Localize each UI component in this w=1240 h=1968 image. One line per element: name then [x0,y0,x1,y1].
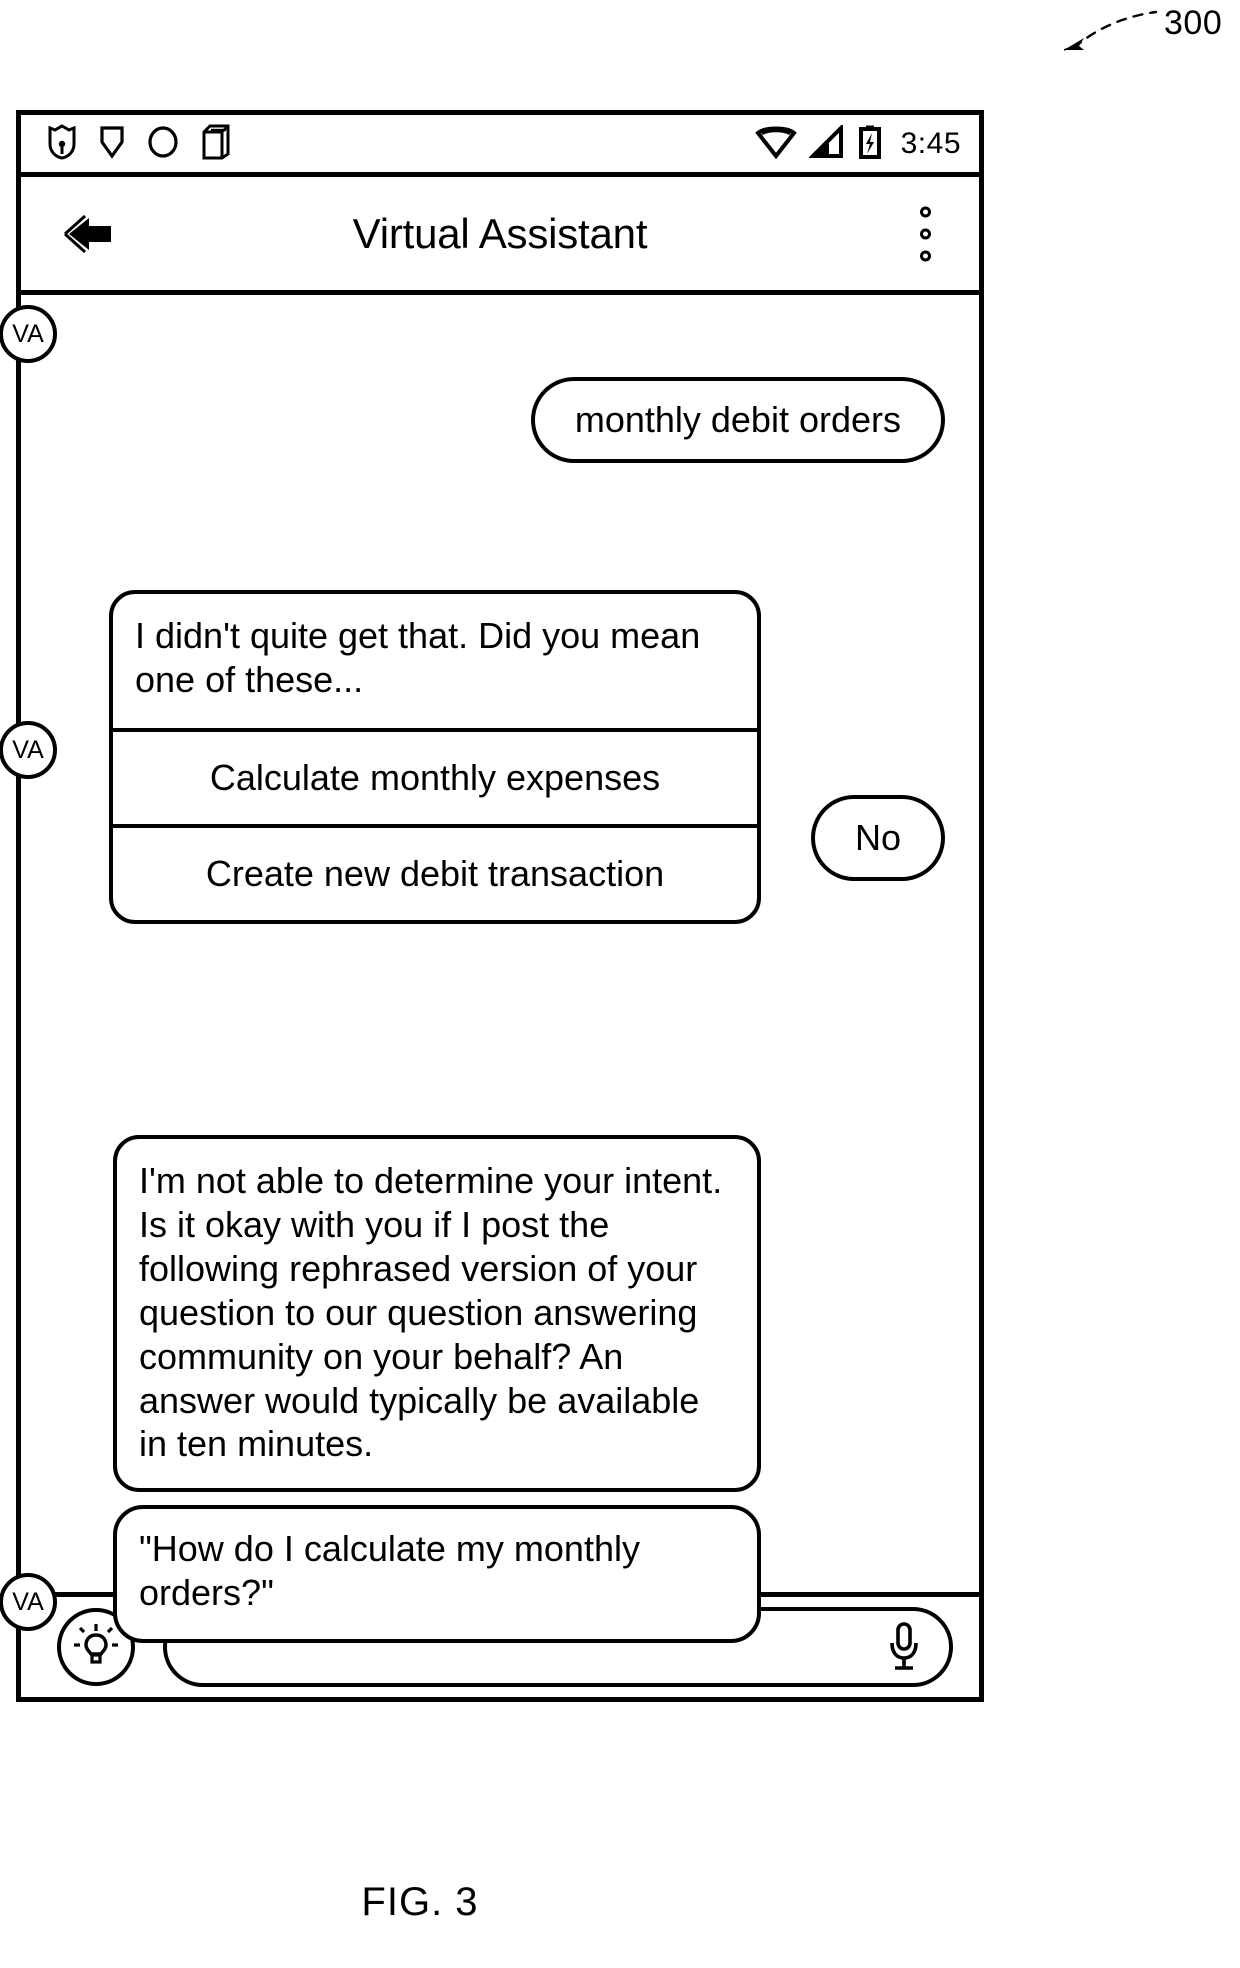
overflow-dot [920,206,931,217]
signal-bars-icon [807,122,845,163]
avatar: VA [0,305,57,363]
list-item[interactable]: "How do I calculate my monthly orders?" [113,1505,761,1643]
figure-caption: FIG. 3 [361,1880,479,1924]
status-bar: 3:45 [21,115,979,177]
circle-icon [147,125,179,163]
overflow-dot [920,228,931,239]
list-item[interactable]: I'm not able to determine your intent. I… [113,1135,761,1493]
sim-card-icon [201,124,231,164]
reference-numeral-label: 300 [1164,4,1223,42]
message-text: monthly debit orders [574,399,901,440]
status-bar-clock: 3:45 [900,126,961,160]
microphone-icon[interactable] [885,1621,923,1673]
phone-frame: 3:45 Virtual Assistant VA monthly debit … [0,110,984,1702]
message-text: "How do I calculate my monthly orders?" [139,1528,640,1613]
card-header-text: I didn't quite get that. Did you mean on… [135,615,701,700]
wifi-icon [754,125,797,163]
message-text: I'm not able to determine your intent. I… [139,1160,723,1465]
overflow-dot [920,250,931,261]
app-bar: Virtual Assistant [21,177,979,295]
conversation-list[interactable]: VA monthly debit orders I didn't quite g… [0,295,979,1643]
suggestion-option[interactable]: Calculate monthly expenses [113,727,757,824]
avatar: VA [0,1573,57,1631]
shield-outline-icon [99,125,125,163]
page-title: Virtual Assistant [352,209,648,257]
list-item[interactable]: No [810,795,945,881]
list-item[interactable]: monthly debit orders [530,377,945,463]
status-bar-left-icons [47,123,231,164]
battery-charging-icon [857,124,883,164]
suggestion-option[interactable]: Create new debit transaction [113,823,757,920]
list-item[interactable]: I didn't quite get that. Did you mean on… [109,590,761,924]
avatar: VA [0,721,57,779]
shield-badge-icon [47,123,77,164]
status-bar-right-icons: 3:45 [754,122,961,164]
overflow-menu-icon[interactable] [920,206,931,261]
back-arrow-icon[interactable] [63,212,117,256]
figure-reference: 300 [1060,0,1240,80]
message-text: No [854,817,901,858]
